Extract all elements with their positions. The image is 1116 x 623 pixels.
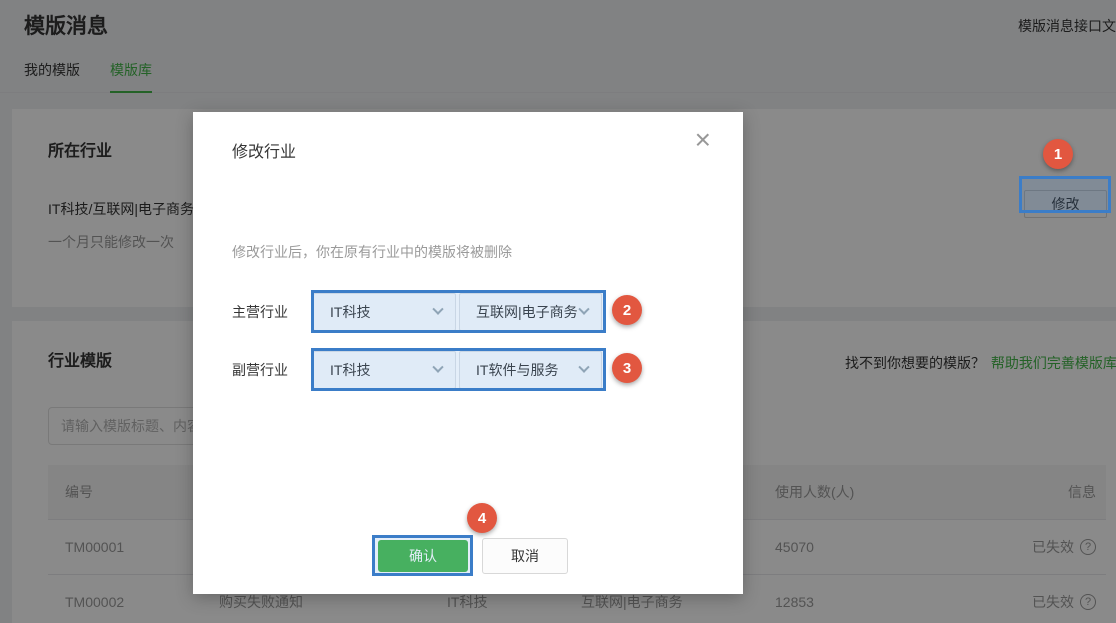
secondary-category-value: IT科技 [330,360,370,380]
primary-subcategory-select[interactable]: 互联网|电子商务 [459,293,602,331]
cancel-button[interactable]: 取消 [482,538,568,574]
page: 模版消息 模版消息接口文档 我的模版 模版库 所在行业 IT科技/互联网|电子商… [0,0,1116,623]
secondary-industry-row: 副营行业 IT科技 IT软件与服务 [232,350,602,390]
chevron-down-icon [432,362,443,373]
primary-category-value: IT科技 [330,302,370,322]
secondary-industry-label: 副营行业 [232,360,313,380]
primary-industry-selects: IT科技 互联网|电子商务 [313,293,602,331]
close-icon[interactable]: × [695,126,711,154]
primary-category-select[interactable]: IT科技 [313,293,456,331]
primary-industry-row: 主营行业 IT科技 互联网|电子商务 [232,292,602,332]
dialog-title: 修改行业 [232,138,296,162]
dialog-warning-text: 修改行业后，你在原有行业中的模版将被删除 [232,242,512,262]
secondary-category-select[interactable]: IT科技 [313,351,456,389]
modify-industry-dialog: 修改行业 × 修改行业后，你在原有行业中的模版将被删除 主营行业 IT科技 互联… [193,112,743,594]
primary-industry-label: 主营行业 [232,302,313,322]
chevron-down-icon [432,304,443,315]
secondary-subcategory-select[interactable]: IT软件与服务 [459,351,602,389]
chevron-down-icon [578,304,589,315]
chevron-down-icon [578,362,589,373]
primary-subcategory-value: 互联网|电子商务 [476,302,578,322]
secondary-industry-selects: IT科技 IT软件与服务 [313,351,602,389]
secondary-subcategory-value: IT软件与服务 [476,360,558,380]
confirm-button[interactable]: 确认 [378,540,468,572]
